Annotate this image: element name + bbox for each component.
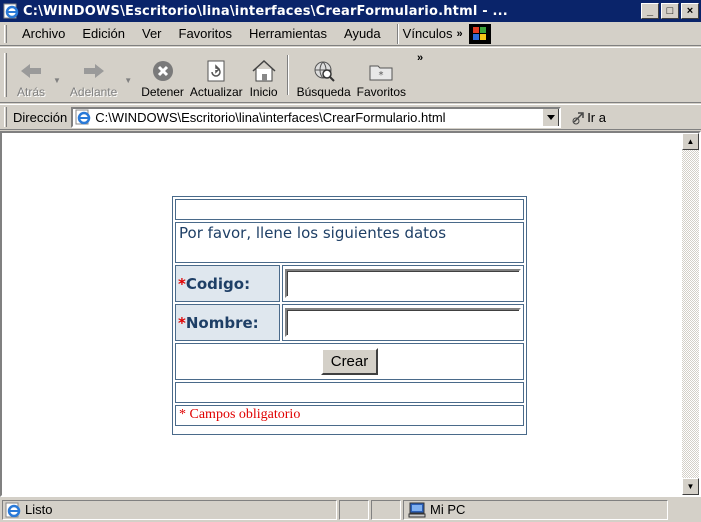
address-input[interactable]: C:\WINDOWS\Escritorio\lina\interfaces\Cr… [71,106,562,128]
home-button[interactable]: Inicio [246,51,282,99]
required-mark: * [178,274,186,293]
svg-text:*: * [379,70,384,81]
codigo-label-text: Codigo: [185,274,251,293]
menu-ver[interactable]: Ver [133,26,170,41]
refresh-button[interactable]: Actualizar [187,51,246,99]
go-button[interactable]: Ir a [571,109,606,125]
nombre-input[interactable] [285,308,521,337]
page-done-icon [5,502,21,517]
close-button[interactable]: × [681,3,699,19]
forward-button[interactable]: Adelante [67,51,120,99]
status-secure-cell [371,499,401,520]
form-header-cell [175,199,524,220]
codigo-cell [282,265,524,302]
my-computer-icon [408,502,426,517]
submit-row: Crear [175,343,524,380]
back-dropdown-icon[interactable]: ▼ [53,76,61,85]
status-zone-cell: Mi PC [403,499,668,520]
scroll-down-button[interactable]: ▼ [682,478,699,495]
forward-arrow-icon [79,57,109,85]
nombre-cell [282,304,524,341]
refresh-icon [201,57,231,85]
minimize-button[interactable]: _ [641,3,659,19]
page-viewport: Por favor, llene los siguientes datos * C… [0,131,701,497]
nombre-label: * Nombre: [175,304,280,341]
chevron-down-icon [546,114,555,120]
search-button[interactable]: Búsqueda [294,51,354,99]
form-table: Por favor, llene los siguientes datos * C… [172,196,527,435]
favorites-label: Favoritos [356,85,407,99]
toolbar-grip[interactable] [4,53,7,97]
stop-icon [148,57,178,85]
go-label: Ir a [587,109,606,125]
codigo-input[interactable] [285,269,521,298]
refresh-label: Actualizar [189,85,243,99]
search-label: Búsqueda [296,85,351,99]
home-icon [249,57,279,85]
form-spacer-cell [175,382,524,403]
status-progress-cell [339,499,369,520]
stop-button[interactable]: Detener [138,51,187,99]
forward-dropdown-icon[interactable]: ▼ [124,76,132,85]
home-label: Inicio [249,85,278,99]
crear-button[interactable]: Crear [320,348,379,375]
standard-toolbar: Atrás ▼ Adelante ▼ Detener Actualizar In… [0,47,701,103]
status-zone: Mi PC [430,502,466,517]
codigo-label: * Codigo: [175,265,280,302]
favorites-folder-icon: * [366,57,396,85]
toolbar-more-chevron[interactable]: » [417,52,423,64]
links-label[interactable]: Vínculos [403,26,457,41]
ie-page-icon [3,3,19,19]
address-url: C:\WINDOWS\Escritorio\lina\interfaces\Cr… [95,109,446,125]
back-label: Atrás [16,85,45,99]
links-separator [396,23,399,44]
status-text: Listo [25,502,53,517]
menu-edicion[interactable]: Edición [73,26,133,41]
address-label: Dirección [13,109,68,125]
status-text-cell: Listo [2,499,337,520]
status-bar: Listo Mi PC [0,497,701,522]
menu-archivo[interactable]: Archivo [13,26,73,41]
toolbar-separator [286,55,289,95]
address-bar: Dirección C:\WINDOWS\Escritorio\lina\int… [0,104,701,130]
required-mark: * [178,313,186,332]
scroll-up-button[interactable]: ▲ [682,133,699,150]
maximize-button[interactable]: □ [661,3,679,19]
nombre-row: * Nombre: [175,304,524,341]
search-globe-icon [309,57,339,85]
menu-herramientas[interactable]: Herramientas [240,26,335,41]
forward-label: Adelante [69,85,118,99]
back-arrow-icon [16,57,46,85]
window-title: C:\WINDOWS\Escritorio\lina\interfaces\Cr… [23,3,508,19]
menu-ayuda[interactable]: Ayuda [335,26,389,41]
form-message: Por favor, llene los siguientes datos [175,222,524,263]
go-arrow-icon [572,112,584,125]
back-button[interactable]: Atrás [13,51,49,99]
address-grip[interactable] [4,107,7,127]
menu-favoritos[interactable]: Favoritos [170,26,240,41]
favorites-button[interactable]: * Favoritos [354,51,409,99]
address-dropdown-button[interactable] [542,108,560,126]
required-footnote: * Campos obligatorio [175,405,524,426]
nombre-label-text: Nombre: [185,313,259,332]
links-chevron[interactable]: » [457,28,463,40]
codigo-row: * Codigo: [175,265,524,302]
stop-label: Detener [141,85,184,99]
menu-grip[interactable] [4,24,7,43]
title-bar[interactable]: C:\WINDOWS\Escritorio\lina\interfaces\Cr… [0,0,701,22]
vertical-scrollbar[interactable]: ▲ ▼ [682,133,699,495]
page-icon [75,109,91,125]
menu-bar: Archivo Edición Ver Favoritos Herramient… [0,22,701,46]
windows-logo-icon [468,23,491,44]
